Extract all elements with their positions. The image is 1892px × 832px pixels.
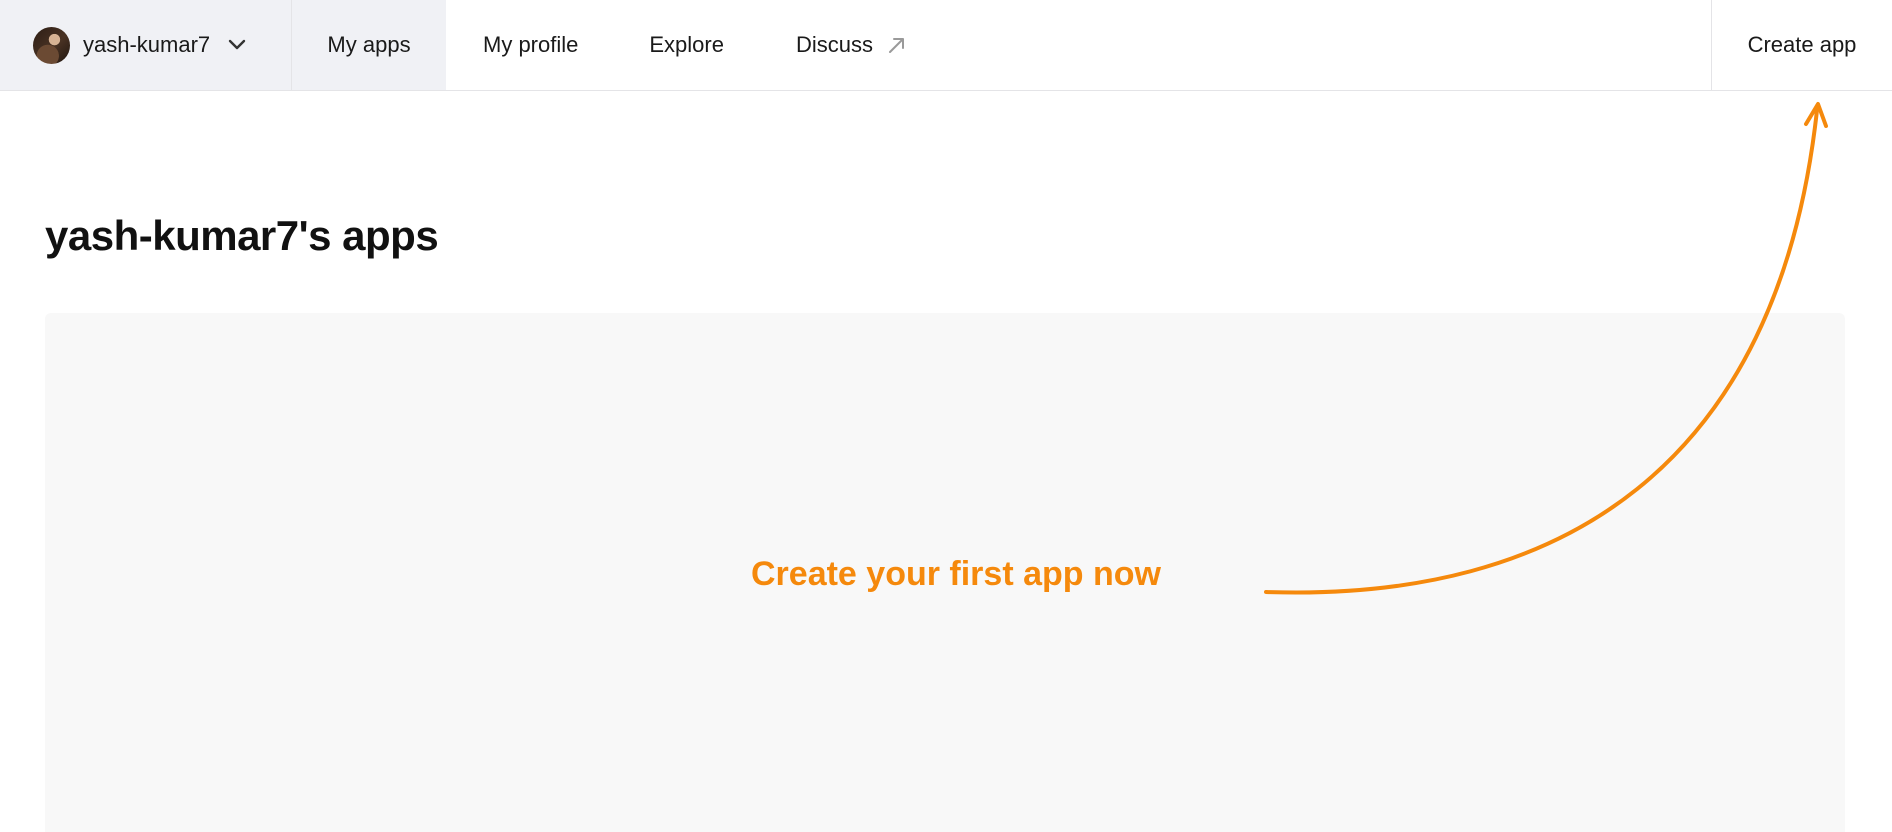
create-first-app-prompt[interactable]: Create your first app now (751, 555, 1161, 594)
page-title: yash-kumar7's apps (45, 212, 439, 259)
top-navigation-bar: yash-kumar7 My apps My profile Explore D… (0, 0, 1892, 91)
user-avatar (33, 26, 70, 64)
chevron-down-icon (228, 39, 246, 51)
nav-my-profile[interactable]: My profile (446, 0, 614, 90)
nav-discuss[interactable]: Discuss (760, 0, 907, 90)
create-app-button[interactable]: Create app (1711, 0, 1892, 90)
nav-discuss-label: Discuss (795, 32, 873, 57)
nav-explore[interactable]: Explore (614, 0, 760, 90)
external-link-icon (887, 35, 907, 55)
nav-my-apps[interactable]: My apps (292, 0, 446, 90)
user-name: yash-kumar7 (83, 32, 211, 57)
user-switcher[interactable]: yash-kumar7 (0, 0, 292, 90)
